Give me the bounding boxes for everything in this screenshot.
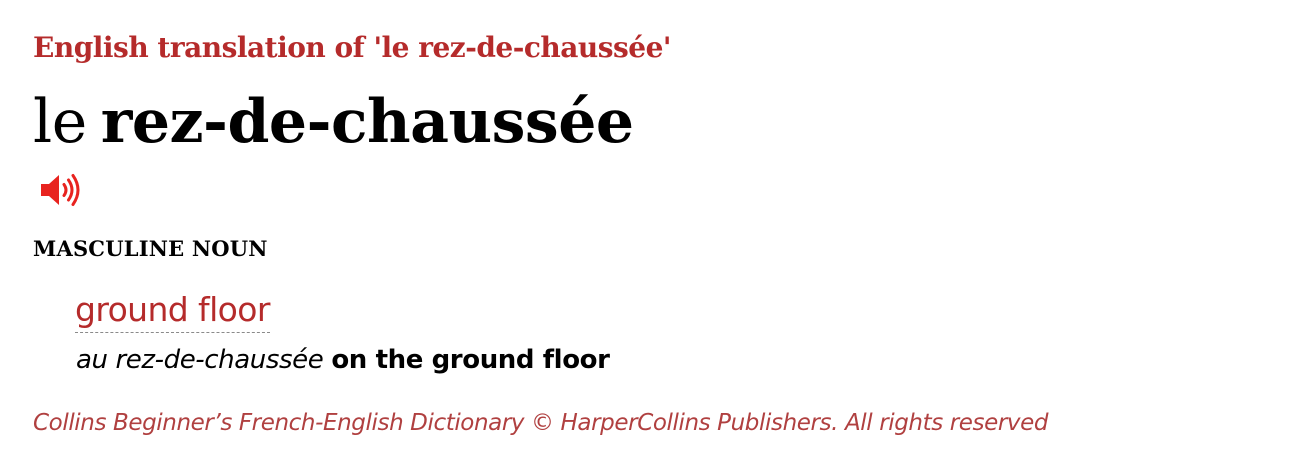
example-english: on the ground floor	[331, 345, 610, 375]
headword: le rez-de-chaussée	[33, 84, 634, 160]
part-of-speech: MASCULINE NOUN	[33, 236, 268, 261]
example-sentence: au rez-de-chaussée on the ground floor	[76, 342, 610, 378]
speaker-icon	[41, 174, 80, 206]
headword-term: rez-de-chaussée	[100, 87, 634, 157]
page-title: English translation of 'le rez-de-chauss…	[33, 31, 671, 64]
headword-article: le	[33, 87, 87, 157]
copyright-notice: Collins Beginner’s French-English Dictio…	[33, 410, 1049, 436]
example-french: au rez-de-chaussée	[76, 345, 324, 375]
translation-link[interactable]: ground floor	[75, 288, 270, 333]
pronunciation-audio-button[interactable]	[38, 170, 82, 210]
